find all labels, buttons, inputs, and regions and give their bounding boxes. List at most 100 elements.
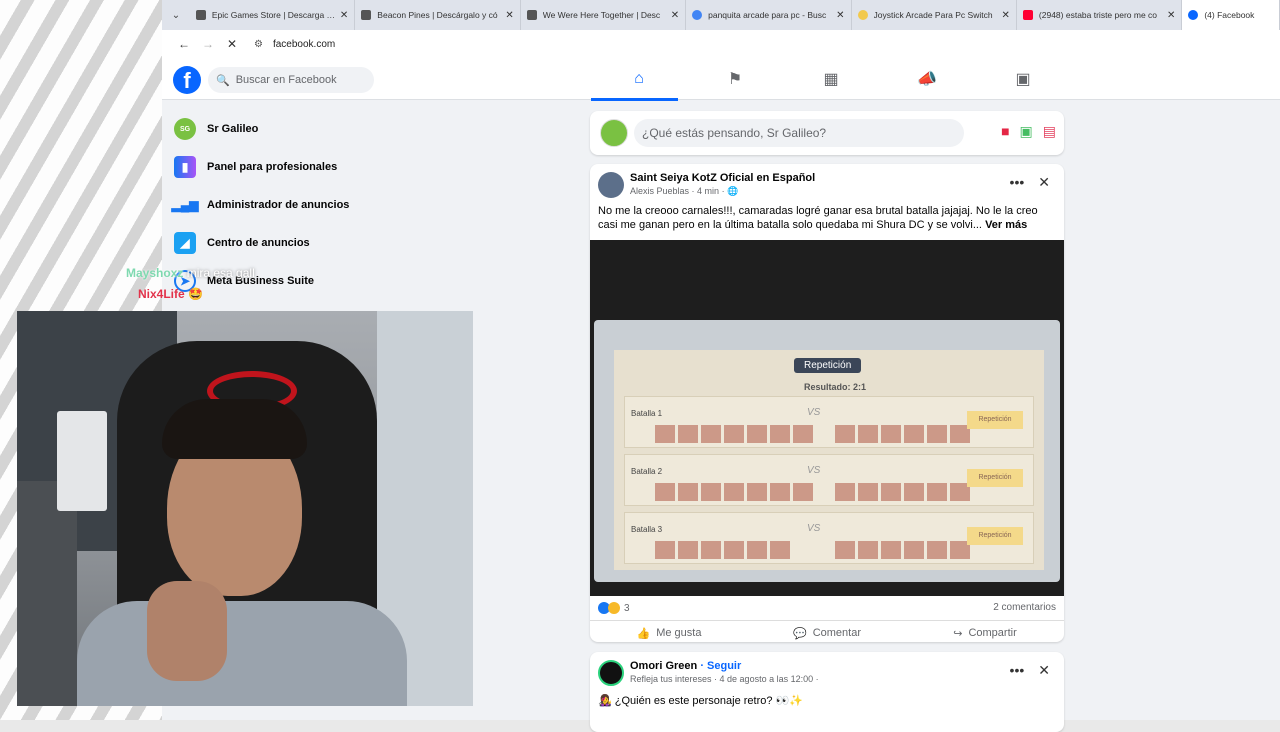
facebook-header: f 🔍 Buscar en Facebook ⌂ ⚑ ▦ 📣 ▣ (162, 58, 1280, 101)
home-icon[interactable]: ⌂ (591, 58, 687, 101)
comment-button[interactable]: 💬 Comentar (748, 621, 906, 645)
pages-icon[interactable]: ▦ (783, 58, 879, 100)
tab-search-chevron-icon[interactable]: ⌄ (162, 10, 190, 21)
tab-favicon-icon (526, 10, 537, 20)
sidebar-item-label: Sr Galileo (207, 123, 259, 135)
post-meta: Refleja tus intereses · 4 de agosto a la… (630, 674, 819, 684)
share-button[interactable]: ↪ Compartir (906, 621, 1064, 645)
close-icon[interactable]: ✕ (836, 10, 844, 21)
thumbs-up-icon: 👍 (636, 627, 651, 640)
browser-tab[interactable]: Beacon Pines | Descárgalo y có ✕ (355, 0, 521, 30)
chat-text: mira esa gall (186, 266, 255, 280)
sidebar-item-professional-panel[interactable]: ▮ Panel para profesionales (162, 148, 402, 186)
tab-title: (2948) estaba triste pero me co (1038, 10, 1158, 20)
sidebar-item-label: Administrador de anuncios (207, 199, 350, 211)
browser-tab[interactable]: (2948) estaba triste pero me co ✕ (1017, 0, 1183, 30)
browser-tab[interactable]: We Were Here Together | Desc ✕ (521, 0, 687, 30)
close-icon[interactable]: ✕ (1038, 174, 1050, 191)
game-result: Resultado: 2:1 (804, 382, 867, 392)
webcam-overlay (17, 311, 473, 706)
browser-tab[interactable]: panquita arcade para pc - Busc ✕ (686, 0, 852, 30)
like-button[interactable]: 👍 Me gusta (590, 621, 748, 645)
follow-link[interactable]: · Seguir (700, 660, 741, 672)
share-icon: ↪ (953, 627, 963, 640)
sidebar-item-ads-manager[interactable]: ▂▄▆ Administrador de anuncios (162, 186, 402, 224)
close-icon[interactable]: ✕ (505, 10, 513, 21)
post-page-name[interactable]: Saint Seiya KotZ Oficial en Español (630, 172, 815, 184)
globe-icon: 🌐 (727, 186, 739, 196)
see-more-link[interactable]: Ver más (985, 219, 1027, 231)
post-body: No me la creooo carnales!!!, camaradas l… (598, 205, 1038, 231)
flag-icon[interactable]: ⚑ (687, 58, 783, 100)
team-right (835, 425, 970, 443)
vs-label: VS (807, 407, 821, 418)
page-name[interactable]: Omori Green (630, 660, 697, 672)
composer-input[interactable]: ¿Qué estás pensando, Sr Galileo? (634, 119, 964, 147)
post-actions: 👍 Me gusta 💬 Comentar ↪ Compartir (590, 620, 1064, 645)
sidebar-item-ads-center[interactable]: ◢ Centro de anuncios (162, 224, 402, 262)
sidebar-item-label: Panel para profesionales (207, 161, 338, 173)
post-page-name[interactable]: Omori Green · Seguir (630, 660, 741, 672)
browser-tab-active[interactable]: (4) Facebook (1182, 0, 1280, 30)
megaphone-icon[interactable]: 📣 (879, 58, 975, 100)
more-options-icon[interactable]: ••• (1010, 662, 1025, 679)
close-icon[interactable]: ✕ (340, 10, 348, 21)
more-options-icon[interactable]: ••• (1010, 174, 1025, 191)
youtube-favicon-icon (1022, 10, 1033, 20)
comments-count[interactable]: 2 comentarios (993, 602, 1056, 613)
share-label: Compartir (968, 627, 1017, 639)
forward-arrow-icon[interactable]: → (196, 37, 220, 51)
avatar: SG (174, 118, 196, 140)
facebook-logo[interactable]: f (173, 66, 201, 94)
mercadolibre-favicon-icon (857, 10, 868, 20)
close-icon[interactable]: ✕ (671, 10, 679, 21)
close-icon[interactable]: ✕ (1002, 10, 1010, 21)
post-time[interactable]: 4 min (697, 186, 719, 196)
battle-label: Batalla 1 (631, 409, 663, 418)
battle-row: Batalla 1 VS Repetición (624, 396, 1034, 448)
avatar[interactable] (598, 660, 624, 686)
battle-label: Batalla 3 (631, 525, 663, 534)
tab-title: Joystick Arcade Para Pc Switch (873, 10, 993, 20)
reactions-summary[interactable]: 3 (598, 602, 630, 614)
chat-username: Mayshoxz (126, 266, 184, 280)
chat-message: Nix4Life 🤩 (138, 287, 203, 301)
battle-row: Batalla 3 VS Repetición (624, 512, 1034, 564)
browser-tab-bar: ⌄ Epic Games Store | Descarga y d ✕ Beac… (162, 0, 1280, 30)
photo-icon[interactable]: ▣ (1020, 123, 1033, 140)
tab-title: Epic Games Store | Descarga y d (211, 10, 336, 20)
sidebar-item-label: Centro de anuncios (207, 237, 310, 249)
browser-tab[interactable]: Epic Games Store | Descarga y d ✕ (190, 0, 356, 30)
tab-favicon-icon (195, 10, 206, 20)
url-field[interactable]: ⚙ facebook.com (254, 39, 335, 50)
search-input[interactable]: 🔍 Buscar en Facebook (208, 67, 374, 93)
post-controls: ••• ✕ (1010, 662, 1050, 679)
post-body: 👩‍🎤 ¿Quién es este personaje retro? 👀✨ (598, 695, 803, 707)
feed-post: Saint Seiya KotZ Oficial en Español Alex… (590, 164, 1064, 642)
post-author[interactable]: Alexis Pueblas (630, 186, 689, 196)
dashboard-icon: ▮ (174, 156, 196, 178)
stop-loading-icon[interactable]: ✕ (220, 37, 244, 51)
post-meta: Alexis Pueblas · 4 min · 🌐 (630, 186, 739, 196)
game-title: Repetición (794, 358, 862, 373)
close-icon[interactable]: ✕ (1167, 10, 1175, 21)
video-icon[interactable]: ▣ (975, 58, 1071, 100)
facebook-favicon-icon (1188, 10, 1199, 20)
post-image[interactable]: Repetición Resultado: 2:1 Batalla 1 VS R… (590, 240, 1064, 596)
back-arrow-icon[interactable]: ← (172, 37, 196, 51)
tab-favicon-icon (361, 10, 372, 20)
reel-icon[interactable]: ▤ (1043, 123, 1056, 140)
live-video-icon[interactable]: ■ (1001, 123, 1009, 140)
post-text: No me la creooo carnales!!!, camaradas l… (598, 204, 1058, 232)
couch (17, 481, 77, 706)
main-nav: ⌂ ⚑ ▦ 📣 ▣ (591, 58, 1071, 101)
post-controls: ••• ✕ (1010, 174, 1050, 191)
browser-tab[interactable]: Joystick Arcade Para Pc Switch ✕ (852, 0, 1017, 30)
sidebar-item-profile[interactable]: SG Sr Galileo (162, 110, 402, 148)
tab-title: We Were Here Together | Desc (542, 10, 661, 20)
chat-message: Mayshoxz mira esa gall (126, 266, 255, 280)
avatar[interactable] (598, 172, 624, 198)
site-info-icon[interactable]: ⚙ (254, 39, 263, 50)
close-icon[interactable]: ✕ (1038, 662, 1050, 679)
reactions-count: 3 (624, 602, 630, 614)
